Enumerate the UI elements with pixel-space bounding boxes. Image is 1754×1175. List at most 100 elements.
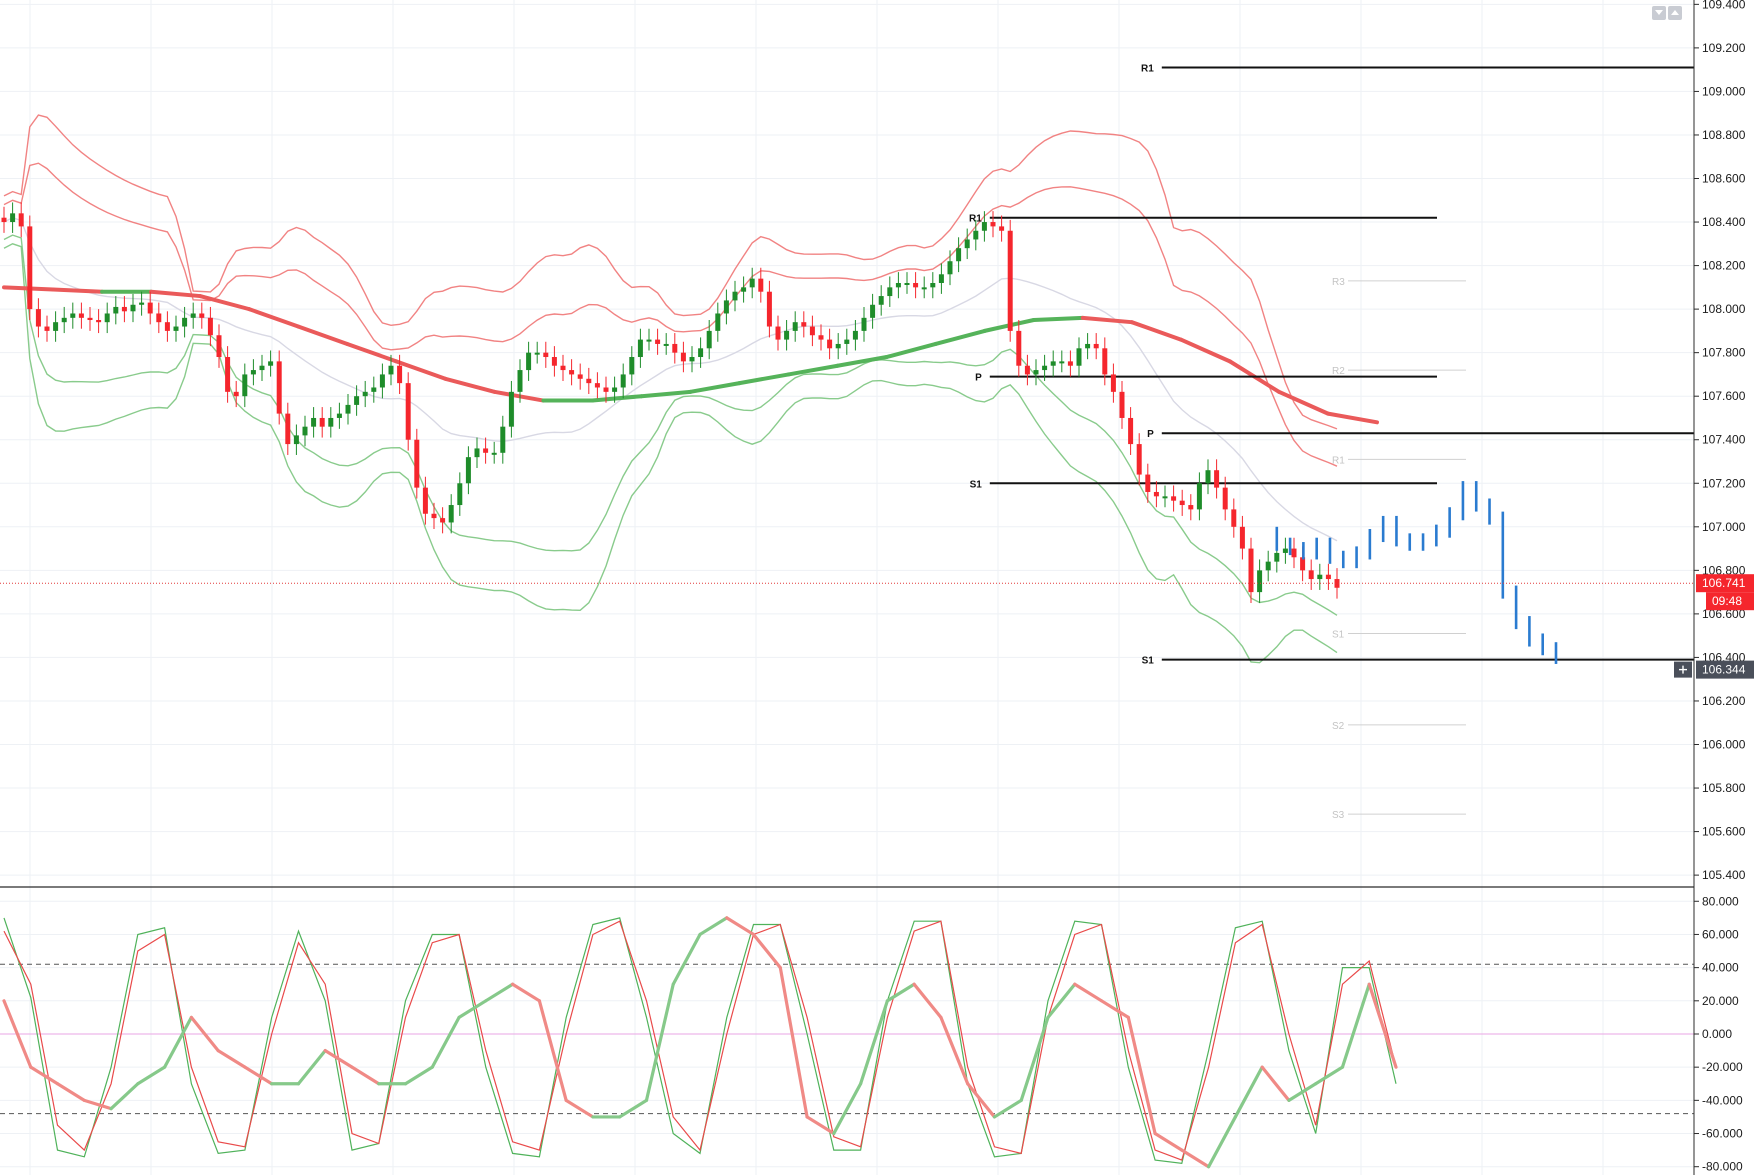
candle-body [964, 239, 970, 249]
ma-segment [933, 328, 987, 346]
candle-body [1248, 548, 1254, 593]
candle-body [233, 391, 239, 397]
faint-pivot-label: S1 [1332, 629, 1345, 640]
candle-body [861, 317, 867, 331]
candle-body [913, 282, 919, 288]
candle-body [1196, 483, 1202, 510]
candle-body [517, 370, 523, 392]
price-tick-label: 108.000 [1702, 302, 1746, 316]
price-tick-label: 107.200 [1702, 476, 1746, 490]
price-tick-label: 109.200 [1702, 41, 1746, 55]
ma-segment [51, 287, 105, 294]
candle-body [268, 361, 274, 366]
candle-body [1317, 574, 1323, 580]
oscillator-signal [751, 932, 782, 970]
candle-body [1222, 487, 1228, 510]
candle-body [61, 317, 67, 323]
oscillator-signal [323, 1048, 354, 1069]
candle-body [130, 304, 136, 312]
candle-body [336, 413, 342, 418]
candle-body [663, 343, 669, 346]
price-tick-label: 106.000 [1702, 738, 1746, 752]
collapse-down-icon[interactable] [1652, 6, 1666, 20]
candle-body [870, 304, 876, 318]
forecast-bars [1275, 481, 1558, 664]
candle-body [766, 291, 772, 327]
ma-segment [1031, 315, 1085, 323]
pivot-label: P [1147, 429, 1154, 440]
bollinger-basis [3, 216, 1338, 542]
candle-body [276, 361, 282, 414]
candle-body [508, 391, 514, 427]
oscillator-signal [1367, 982, 1398, 1069]
trading-chart[interactable]: R1R1PPS1S1R3R2R1S1S2S3 109.400109.200109… [0, 0, 1754, 1175]
candle-body [87, 317, 93, 321]
oscillator-signal [1099, 999, 1130, 1019]
candle-body [551, 357, 557, 366]
oscillator-signal [1260, 1065, 1291, 1102]
candle-body [500, 426, 506, 453]
oscillator-signal [216, 1048, 247, 1069]
oscillator-signal [1340, 982, 1371, 1069]
oscillator-tick-label: -80.000 [1702, 1160, 1743, 1174]
oscillator-signal [29, 1065, 60, 1086]
candle-body [1007, 230, 1013, 331]
candle-body [1188, 505, 1194, 510]
candle-body [1171, 496, 1177, 501]
candle-body [1325, 574, 1331, 580]
candle-body [603, 387, 609, 392]
oscillator-tick-label: 20.000 [1702, 994, 1739, 1008]
candle-body [345, 404, 351, 414]
candle-body [121, 306, 127, 312]
candle-body [534, 352, 540, 355]
candle-body [758, 278, 764, 292]
chart-grid [0, 0, 1694, 1175]
candle-body [646, 339, 652, 342]
candle-body [431, 513, 437, 519]
candle-body [835, 343, 841, 349]
candle-body [104, 313, 110, 323]
candle-body [543, 352, 549, 358]
candle-body [311, 417, 317, 427]
candle-body [302, 426, 308, 436]
faint-pivot-label: R1 [1332, 455, 1345, 466]
candle-body [741, 287, 747, 292]
candle-body [225, 357, 231, 392]
pivot-label: S1 [1142, 656, 1155, 667]
candle-body [629, 357, 635, 375]
oscillator-tick-label: -20.000 [1702, 1060, 1743, 1074]
candle-body [388, 365, 394, 375]
candle-body [371, 387, 377, 392]
candle-body [27, 226, 33, 310]
candle-body [680, 352, 686, 362]
ma-segment [1129, 320, 1183, 342]
oscillator-signal [644, 982, 675, 1102]
candle-body [1085, 343, 1091, 349]
candle-body [397, 365, 403, 384]
price-tick-label: 109.000 [1702, 84, 1746, 98]
oscillator-signal [1207, 1115, 1237, 1169]
candle-body [379, 374, 385, 388]
candle-body [1059, 361, 1065, 364]
candle-body [414, 439, 420, 488]
candle-body [526, 352, 532, 371]
ma-segment [1325, 411, 1379, 425]
candle-body [809, 326, 815, 336]
candle-body [10, 213, 16, 223]
oscillator-tick-label: 0.000 [1702, 1027, 1732, 1041]
candle-body [1110, 374, 1116, 392]
collapse-up-icon[interactable] [1668, 6, 1682, 20]
candle-body [1016, 330, 1022, 366]
price-tick-label: 105.800 [1702, 781, 1746, 795]
candle-body [207, 317, 213, 336]
candle-body [483, 448, 489, 453]
candle-body [930, 282, 936, 288]
candle-body [319, 417, 325, 427]
candle-body [1024, 365, 1030, 375]
candle-body [1153, 491, 1159, 497]
oscillator-signal [725, 916, 756, 937]
candle-body [190, 313, 196, 318]
candle-body [749, 278, 755, 288]
candle-body [1067, 361, 1073, 366]
candle-body [242, 374, 248, 397]
